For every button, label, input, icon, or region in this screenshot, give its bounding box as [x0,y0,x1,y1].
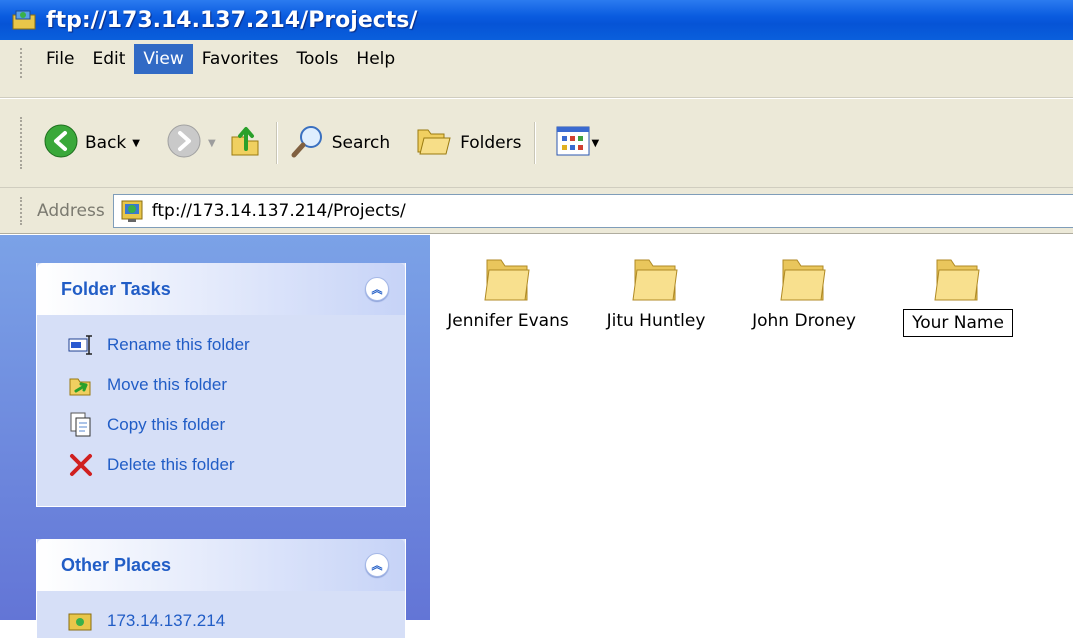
place-ftp-root[interactable]: 173.14.137.214 [37,601,405,641]
ftp-site-icon [120,199,146,223]
forward-button[interactable]: ▼ [160,119,222,167]
folders-label: Folders [460,133,522,153]
folder-item[interactable]: Jitu Huntley [590,252,722,333]
title-bar: ftp://173.14.137.214/Projects/ [0,0,1073,40]
delete-icon [67,451,95,479]
back-button[interactable]: Back ▼ [37,119,146,167]
views-icon [556,126,590,161]
up-button[interactable] [222,119,270,167]
folder-name: Jennifer Evans [447,311,569,331]
folder-icon [481,259,535,309]
search-magnifier-icon [290,123,326,164]
task-label: Copy this folder [107,415,226,434]
window-title: ftp://173.14.137.214/Projects/ [46,7,418,33]
collapse-chevron-icon[interactable]: ︽ [365,277,389,301]
menu-file[interactable]: File [37,44,83,74]
task-copy-folder[interactable]: Copy this folder [37,405,405,445]
rename-icon [67,331,95,359]
address-bar: Address ftp://173.14.137.214/Projects/ [0,188,1073,234]
menu-edit[interactable]: Edit [83,44,134,74]
views-button[interactable]: ▼ [550,119,606,167]
folder-tasks-header[interactable]: Folder Tasks ︽ [37,263,405,315]
address-value: ftp://173.14.137.214/Projects/ [151,200,406,221]
search-label: Search [331,133,391,153]
folder-item[interactable]: Jennifer Evans [432,252,584,333]
toolbar-separator [275,122,278,164]
back-dropdown-icon[interactable]: ▼ [132,138,140,149]
folder-name: John Droney [752,311,856,331]
collapse-chevron-icon[interactable]: ︽ [365,553,389,577]
move-icon [67,371,95,399]
task-label: Delete this folder [107,455,235,474]
menu-grip[interactable] [20,48,23,78]
task-move-folder[interactable]: Move this folder [37,365,405,405]
folder-icon [629,259,683,309]
folder-item[interactable]: John Droney [738,252,870,333]
toolbar-grip[interactable] [20,117,23,169]
folder-name-edit-box[interactable]: Your Name [903,309,1013,337]
menu-tools[interactable]: Tools [288,44,348,74]
folder-name: Jitu Huntley [606,311,706,331]
ftp-folder-icon [12,8,40,32]
forward-arrow-icon [166,123,202,164]
other-places-panel: Other Places ︽ 173.14.137.214 [36,539,406,639]
ftp-folder-icon [67,607,95,635]
menu-help[interactable]: Help [347,44,404,74]
address-label: Address [37,200,105,221]
folder-icon [931,259,985,309]
folder-tasks-panel: Folder Tasks ︽ Rename this folder Move t… [36,263,406,507]
folder-tasks-title: Folder Tasks [61,278,171,299]
copy-icon [67,411,95,439]
menu-view[interactable]: View [134,44,193,74]
standard-toolbar: Back ▼ ▼ Search Folders ▼ [0,98,1073,188]
up-folder-icon [228,123,264,164]
menu-favorites[interactable]: Favorites [193,44,288,74]
forward-dropdown-icon[interactable]: ▼ [208,138,216,149]
folders-icon [414,124,454,163]
toolbar-separator [533,122,536,164]
task-delete-folder[interactable]: Delete this folder [37,445,405,485]
address-grip[interactable] [20,196,23,225]
address-input[interactable]: ftp://173.14.137.214/Projects/ [112,193,1073,228]
views-dropdown-icon[interactable]: ▼ [592,138,600,149]
menu-bar: File Edit View Favorites Tools Help [0,40,1073,98]
task-label: Move this folder [107,375,227,394]
back-label: Back [85,133,127,153]
back-arrow-icon [43,123,79,164]
other-places-header[interactable]: Other Places ︽ [37,539,405,591]
task-pane: Folder Tasks ︽ Rename this folder Move t… [0,235,430,639]
folders-button[interactable]: Folders [408,119,527,167]
task-rename-folder[interactable]: Rename this folder [37,325,405,365]
folder-item-selected[interactable]: Your Name [892,252,1024,337]
folder-icon [777,259,831,309]
other-places-title: Other Places [61,554,172,575]
task-label: Rename this folder [107,335,250,354]
place-label: 173.14.137.214 [107,611,226,630]
search-button[interactable]: Search [284,119,396,167]
